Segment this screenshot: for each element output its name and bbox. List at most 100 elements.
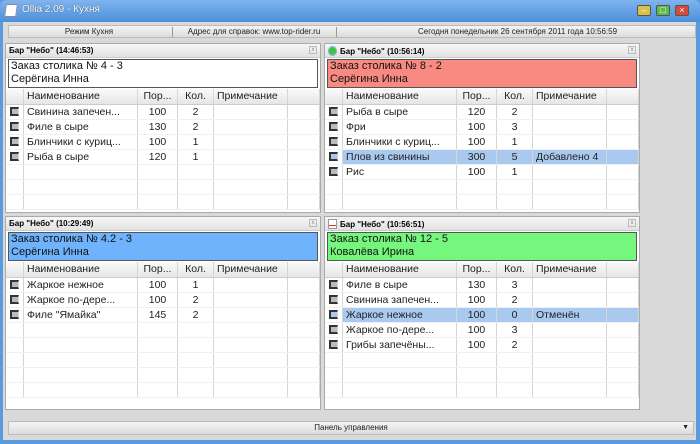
empty-row: [6, 165, 320, 180]
table-cell: 145: [138, 308, 178, 322]
table-cell: Филе в сыре: [343, 278, 457, 292]
grid-header: Наименование Пор... Кол. Примечание: [325, 262, 639, 278]
address-label: Адрес для справок: www.top-rider.ru: [187, 27, 321, 36]
column-header[interactable]: Пор...: [457, 262, 497, 277]
table-row[interactable]: Рыба в сыре 120 1: [6, 150, 320, 165]
table-row[interactable]: Рис 100 1: [325, 165, 639, 180]
row-checkbox[interactable]: [329, 325, 338, 334]
table-row[interactable]: Грибы запечёны... 100 2: [325, 338, 639, 353]
table-cell: 2: [497, 105, 533, 119]
close-panel-icon[interactable]: x: [309, 219, 317, 227]
column-header[interactable]: Пор...: [138, 89, 178, 104]
app-icon: [4, 4, 18, 17]
column-header[interactable]: Примечание: [214, 262, 288, 277]
window-title: Ollia 2.09 - Кухня: [22, 4, 100, 15]
table-row[interactable]: Рыба в сыре 120 2: [325, 105, 639, 120]
control-panel-bar[interactable]: Панель управления ▼: [8, 421, 694, 435]
row-checkbox[interactable]: [10, 122, 19, 131]
column-header[interactable]: Примечание: [533, 262, 607, 277]
table-row[interactable]: Филе "Ямайка" 145 2: [6, 308, 320, 323]
table-row[interactable]: Жаркое нежное 100 0 Отменён: [325, 308, 639, 323]
table-row[interactable]: Жаркое нежное 100 1: [6, 278, 320, 293]
column-header[interactable]: Примечание: [214, 89, 288, 104]
column-header[interactable]: Наименование: [24, 89, 138, 104]
table-cell: [533, 338, 607, 352]
table-row[interactable]: Блинчики с куриц... 100 1: [325, 135, 639, 150]
row-checkbox[interactable]: [329, 167, 338, 176]
column-header[interactable]: Кол.: [178, 262, 214, 277]
waiter-name: Серёгина Инна: [11, 246, 89, 258]
row-checkbox[interactable]: [329, 340, 338, 349]
close-panel-icon[interactable]: x: [628, 219, 636, 227]
table-cell: Жаркое по-дере...: [24, 293, 138, 307]
empty-row: [6, 323, 320, 338]
order-title: Заказ столика № 4.2 - 3: [11, 233, 133, 245]
column-header[interactable]: Наименование: [24, 262, 138, 277]
table-cell: Отменён: [533, 308, 607, 322]
table-cell: [214, 150, 288, 164]
table-cell: 300: [457, 150, 497, 164]
row-checkbox[interactable]: [10, 107, 19, 116]
table-row[interactable]: Филе в сыре 130 3: [325, 278, 639, 293]
panel-header-label: Бар "Небо" (10:29:49): [9, 219, 94, 228]
order-title: Заказ столика № 8 - 2: [330, 60, 442, 72]
column-header[interactable]: Пор...: [457, 89, 497, 104]
close-button[interactable]: ×: [675, 5, 689, 16]
table-cell: 1: [178, 150, 214, 164]
document-icon: [328, 219, 337, 229]
table-cell: 1: [497, 135, 533, 149]
column-header[interactable]: Наименование: [343, 262, 457, 277]
empty-row: [325, 353, 639, 368]
row-checkbox[interactable]: [329, 152, 338, 161]
empty-row: [6, 353, 320, 368]
table-row[interactable]: Свинина запечен... 100 2: [325, 293, 639, 308]
row-checkbox[interactable]: [329, 280, 338, 289]
table-row[interactable]: Фри 100 3: [325, 120, 639, 135]
row-checkbox[interactable]: [10, 152, 19, 161]
order-panel: Бар "Небо" (10:56:14) x Заказ столика № 8…: [324, 43, 640, 213]
row-checkbox[interactable]: [10, 137, 19, 146]
row-checkbox[interactable]: [10, 280, 19, 289]
table-cell: Жаркое нежное: [24, 278, 138, 292]
waiter-name: Серёгина Инна: [330, 73, 408, 85]
table-row[interactable]: Блинчики с куриц... 100 1: [6, 135, 320, 150]
table-row[interactable]: Жаркое по-дере... 100 3: [325, 323, 639, 338]
column-header[interactable]: Наименование: [343, 89, 457, 104]
table-cell: 100: [457, 120, 497, 134]
table-cell: [214, 105, 288, 119]
table-cell: 2: [497, 293, 533, 307]
column-header[interactable]: Примечание: [533, 89, 607, 104]
row-checkbox[interactable]: [329, 107, 338, 116]
panel-header: Бар "Небо" (10:56:14) x: [325, 44, 639, 58]
column-header[interactable]: Кол.: [497, 89, 533, 104]
column-header[interactable]: Кол.: [497, 262, 533, 277]
table-cell: Грибы запечёны...: [343, 338, 457, 352]
table-row[interactable]: Филе в сыре 130 2: [6, 120, 320, 135]
column-header[interactable]: Кол.: [178, 89, 214, 104]
panel-header-label: Бар "Небо" (10:56:14): [340, 47, 425, 56]
order-title: Заказ столика № 12 - 5: [330, 233, 448, 245]
table-row[interactable]: Жаркое по-дере... 100 2: [6, 293, 320, 308]
maximize-button[interactable]: □: [656, 5, 670, 16]
minimize-button[interactable]: –: [637, 5, 651, 16]
row-checkbox[interactable]: [10, 310, 19, 319]
table-row[interactable]: Плов из свинины 300 5 Добавлено 4: [325, 150, 639, 165]
close-panel-icon[interactable]: x: [309, 46, 317, 54]
table-cell: 100: [457, 308, 497, 322]
row-checkbox[interactable]: [329, 137, 338, 146]
row-checkbox[interactable]: [10, 295, 19, 304]
waiter-name: Серёгина Инна: [11, 73, 89, 85]
column-header[interactable]: Пор...: [138, 262, 178, 277]
row-checkbox[interactable]: [329, 310, 338, 319]
empty-row: [6, 368, 320, 383]
close-panel-icon[interactable]: x: [628, 46, 636, 54]
download-icon: [328, 46, 337, 56]
table-cell: 3: [497, 278, 533, 292]
panel-header-label: Бар "Небо" (10:56:51): [340, 220, 425, 229]
table-row[interactable]: Свинина запечен... 100 2: [6, 105, 320, 120]
table-cell: Свинина запечен...: [24, 105, 138, 119]
empty-row: [325, 195, 639, 210]
panel-header: Бар "Небо" (10:29:49) x: [6, 217, 320, 231]
row-checkbox[interactable]: [329, 122, 338, 131]
row-checkbox[interactable]: [329, 295, 338, 304]
